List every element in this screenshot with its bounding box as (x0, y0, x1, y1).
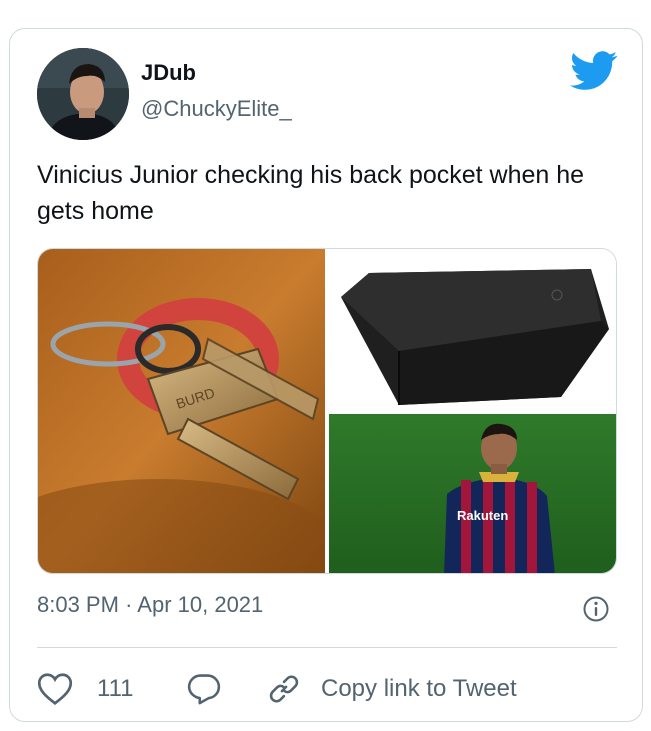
media-grid[interactable]: BURD Rakuten (37, 248, 617, 574)
jersey-sponsor: Rakuten (457, 508, 508, 523)
soccer-player-image[interactable]: Rakuten (329, 414, 616, 573)
link-icon (269, 675, 299, 703)
keys-icon: BURD (38, 249, 325, 573)
like-count: 111 (97, 675, 134, 702)
copy-link-label: Copy link to Tweet (321, 675, 517, 702)
reply-icon (187, 674, 221, 705)
display-name[interactable]: JDub (141, 60, 196, 86)
wallet-icon (329, 249, 616, 410)
tweet-text: Vinicius Junior checking his back pocket… (37, 161, 585, 225)
like-button[interactable]: 111 (37, 669, 133, 709)
info-icon[interactable] (582, 595, 610, 623)
tweet-card[interactable]: JDub @ChuckyElite_ Vinicius Junior check… (9, 28, 643, 722)
timestamp[interactable]: 8:03 PM · Apr 10, 2021 (37, 592, 263, 618)
twitter-bird-icon[interactable] (570, 51, 618, 91)
tweet-time[interactable]: 8:03 PM (37, 592, 119, 617)
action-bar: 111 Copy link to Tweet (37, 669, 617, 709)
soccer-player-icon: Rakuten (329, 414, 616, 573)
tweet-date[interactable]: Apr 10, 2021 (137, 592, 263, 617)
heart-icon (37, 673, 73, 705)
handle[interactable]: @ChuckyElite_ (141, 96, 292, 122)
copy-link-button[interactable]: Copy link to Tweet (267, 669, 517, 709)
reply-button[interactable] (187, 669, 221, 709)
keys-image[interactable]: BURD (38, 249, 325, 573)
divider (37, 647, 617, 648)
avatar[interactable] (37, 48, 129, 140)
wallet-image[interactable] (329, 249, 616, 410)
time-separator: · (125, 592, 133, 617)
